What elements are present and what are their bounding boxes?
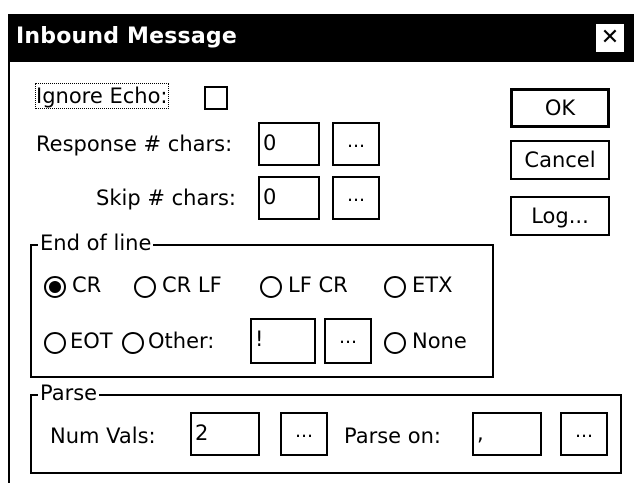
eol-lfcr-radio[interactable] <box>260 276 282 298</box>
eol-cr-radio[interactable] <box>44 276 66 298</box>
inbound-message-dialog: Inbound Message ✕ Ignore Echo: Response … <box>8 14 634 483</box>
eol-etx-label[interactable]: ETX <box>412 273 452 297</box>
skip-chars-input[interactable]: 0 <box>258 176 320 220</box>
eol-other-label[interactable]: Other: <box>148 329 214 353</box>
close-icon: ✕ <box>600 25 620 50</box>
ignore-echo-checkbox[interactable] <box>204 86 228 110</box>
title-bar: Inbound Message ✕ <box>10 16 634 62</box>
ignore-echo-label: Ignore Echo: <box>35 83 169 109</box>
eol-cr-label[interactable]: CR <box>72 273 101 297</box>
eol-eot-radio[interactable] <box>44 332 66 354</box>
eol-other-browse-button[interactable]: ... <box>324 318 372 364</box>
eol-other-radio[interactable] <box>122 332 144 354</box>
log-button[interactable]: Log... <box>510 196 610 236</box>
eol-etx-radio[interactable] <box>384 276 406 298</box>
parse-group-label: Parse <box>38 381 100 405</box>
response-chars-label: Response # chars: <box>36 132 233 156</box>
ok-button[interactable]: OK <box>510 88 610 128</box>
parse-on-input[interactable]: , <box>472 412 542 456</box>
end-of-line-group-label: End of line <box>38 231 154 255</box>
close-button[interactable]: ✕ <box>594 22 626 54</box>
eol-crlf-radio[interactable] <box>134 276 156 298</box>
skip-chars-browse-button[interactable]: ... <box>332 176 380 220</box>
eol-none-label[interactable]: None <box>412 329 467 353</box>
eol-crlf-label[interactable]: CR LF <box>162 273 222 297</box>
parse-on-label: Parse on: <box>344 424 441 448</box>
eol-other-input[interactable]: ! <box>250 318 316 364</box>
response-chars-input[interactable]: 0 <box>258 122 320 166</box>
eol-eot-label[interactable]: EOT <box>70 329 113 353</box>
num-vals-browse-button[interactable]: ... <box>280 412 328 456</box>
cancel-button[interactable]: Cancel <box>510 140 610 180</box>
response-chars-browse-button[interactable]: ... <box>332 122 380 166</box>
eol-lfcr-label[interactable]: LF CR <box>288 273 348 297</box>
dialog-title: Inbound Message <box>16 24 237 49</box>
num-vals-input[interactable]: 2 <box>190 412 260 456</box>
parse-on-browse-button[interactable]: ... <box>560 412 608 456</box>
eol-none-radio[interactable] <box>384 332 406 354</box>
num-vals-label: Num Vals: <box>50 424 156 448</box>
skip-chars-label: Skip # chars: <box>96 186 236 210</box>
